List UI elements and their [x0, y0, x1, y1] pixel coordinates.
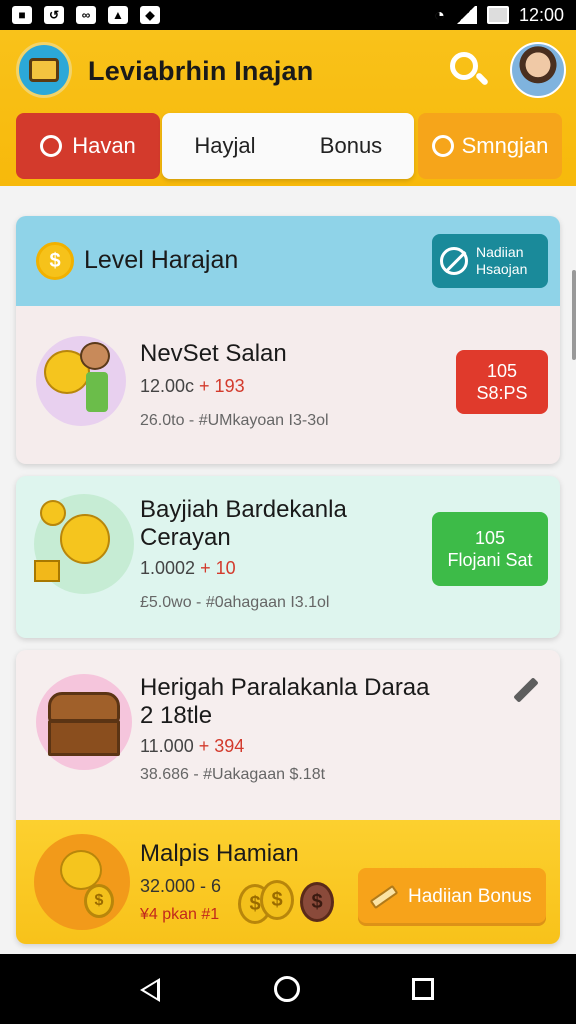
level-card: $ Level Harajan Nadiian Hsaojan NevSet S… [16, 216, 560, 464]
bonus-stats: 32.000 - 6 [140, 876, 222, 896]
tab-bar: Havan Hayjal Bonus Smngjan [16, 113, 562, 179]
app-header: Leviabrhin Inajan Havan Hayjal Bonus Smn… [0, 30, 576, 186]
level-action-label: Nadiian Hsaojan [476, 244, 528, 277]
app-logo-icon[interactable] [16, 42, 72, 98]
music-note-icon [431, 135, 454, 157]
item-subtitle: £5.0wo - #0ahagaan I3.1ol [140, 594, 330, 611]
item-price-button[interactable]: 105 S8:PS [456, 350, 548, 414]
item-stats: 1.0002 + 10 [140, 558, 236, 578]
pencil-icon[interactable] [513, 677, 539, 703]
nav-home-icon[interactable] [274, 976, 300, 1002]
level-card-header: $ Level Harajan Nadiian Hsaojan [16, 216, 560, 306]
item-stats: 11.000 + 394 [140, 736, 245, 756]
item-subtitle: 38.686 - #Uakagaan $.18t [140, 766, 326, 783]
status-bar: ■ ↺ ∞ ▲ ◆ ◔ 12:00 [0, 0, 576, 30]
item-price-button[interactable]: 105 Flojani Sat [432, 512, 548, 586]
bonus-button[interactable]: Hadiian Bonus [358, 868, 546, 926]
tab-havan[interactable]: Havan [16, 113, 160, 179]
item-illustration [36, 336, 126, 426]
image-icon: ▲ [108, 6, 128, 24]
bonus-title: Malpis Hamian [140, 840, 299, 867]
sync-icon: ↺ [44, 6, 64, 24]
treasure-chest-icon [36, 674, 132, 770]
navigation-bar [0, 954, 576, 1024]
item-title: Bayjiah Bardekanla Cerayan [140, 496, 347, 551]
item-title: Herigah Paralakanla Daraa 2 18tle [140, 674, 430, 729]
tab-group-center: Hayjal Bonus [162, 113, 414, 179]
music-note-icon [40, 135, 63, 157]
item-subtitle: 26.0to - #UMkayoan I3-3ol [140, 412, 329, 429]
battery-icon [486, 6, 509, 24]
tab-hayjal[interactable]: Hayjal [162, 113, 288, 179]
nav-recent-icon[interactable] [412, 978, 434, 1000]
link-icon: ∞ [76, 6, 96, 24]
nav-back-icon[interactable] [140, 978, 160, 1002]
wifi-icon: ◔ [434, 4, 445, 25]
scrollbar[interactable] [572, 270, 576, 360]
coin-icon: $ [36, 242, 74, 280]
tab-havan-label: Havan [72, 133, 136, 158]
bonus-section: $ Malpis Hamian 32.000 - 6 ¥4 pkan #1 $ … [16, 820, 560, 944]
avatar[interactable] [510, 42, 566, 98]
tab-smngjan-label: Smngjan [461, 133, 549, 158]
search-icon[interactable] [448, 50, 490, 90]
coin-icon: $ [260, 880, 294, 920]
item-card[interactable]: Bayjiah Bardekanla Cerayan 1.0002 + 10 £… [16, 476, 560, 638]
app-title: Leviabrhin Inajan [88, 56, 314, 86]
status-time: 12:00 [518, 4, 564, 25]
pencil-icon [369, 884, 399, 910]
tab-smngjan[interactable]: Smngjan [418, 113, 562, 179]
coin-icon: $ [300, 882, 334, 922]
level-title: Level Harajan [84, 246, 239, 274]
app-icon: ◆ [140, 6, 160, 24]
item-illustration [34, 494, 134, 594]
bonus-illustration: $ [34, 834, 130, 930]
notification-icon: ■ [12, 6, 32, 24]
ban-icon [440, 247, 468, 275]
tab-bonus[interactable]: Bonus [288, 113, 414, 179]
bonus-subtitle: ¥4 pkan #1 [140, 906, 220, 923]
item-stats: 12.00c + 193 [140, 376, 245, 396]
signal-icon [454, 6, 477, 24]
item-card[interactable]: Herigah Paralakanla Daraa 2 18tle 11.000… [16, 650, 560, 944]
item-title: NevSet Salan [140, 340, 287, 367]
bonus-button-label: Hadiian Bonus [408, 886, 532, 907]
level-action-button[interactable]: Nadiian Hsaojan [432, 234, 548, 288]
